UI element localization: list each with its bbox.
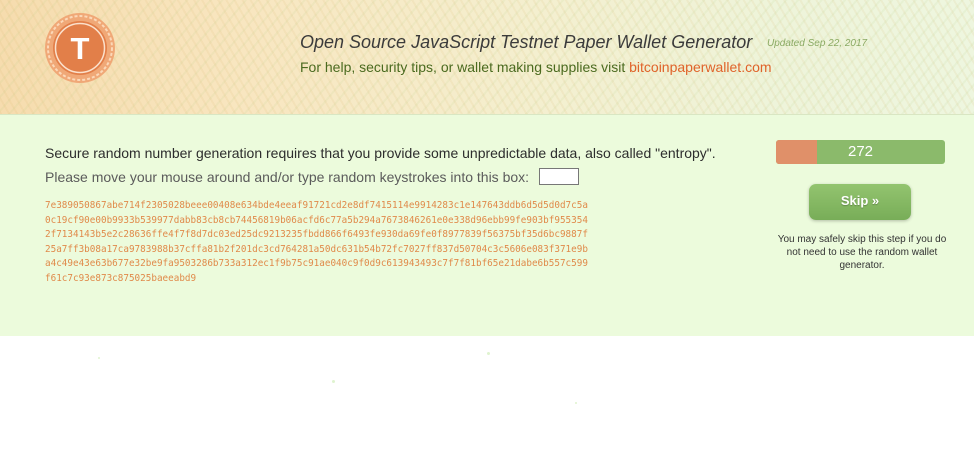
skip-note: You may safely skip this step if you do …	[777, 234, 947, 271]
entropy-line: a4c49e43e63b677e32be9fa9503286b733a312ec…	[45, 258, 588, 269]
entropy-line: 25a7ff3b08a17ca9783988b37cffa81b2f201dc3…	[45, 243, 588, 255]
entropy-instruction: Secure random number generation requires…	[45, 145, 716, 161]
entropy-output: 7e389050867abe714f2305028beee00408e634bd…	[45, 199, 730, 286]
keystroke-input[interactable]	[539, 168, 579, 185]
page-title: Open Source JavaScript Testnet Paper Wal…	[300, 32, 753, 52]
entropy-panel: Secure random number generation requires…	[0, 115, 974, 336]
bitcoinpaperwallet-link[interactable]: bitcoinpaperwallet.com	[629, 59, 771, 75]
help-text: For help, security tips, or wallet makin…	[300, 59, 772, 75]
entropy-progress-bar: 272	[776, 140, 945, 164]
skip-button[interactable]: Skip »	[809, 184, 911, 220]
entropy-line: 0c19cf90e00b9933b539977dabb83cb8cb744568…	[45, 214, 588, 226]
progress-count: 272	[847, 143, 874, 160]
updated-date: Updated Sep 22, 2017	[767, 38, 868, 49]
background-speck	[98, 357, 100, 359]
entropy-line: 7e389050867abe714f2305028beee00408e634bd…	[45, 200, 588, 211]
background-speck	[575, 402, 577, 404]
header: T Open Source JavaScript Testnet Paper W…	[0, 0, 974, 115]
entropy-line: f61c7c93e873c875025baeeabd9	[45, 272, 197, 284]
entropy-line: 2f7134143b5e2c28636ffe4f7f8d7dc03ed25dc9…	[45, 229, 588, 240]
help-prefix: For help, security tips, or wallet makin…	[300, 59, 630, 75]
testnet-coin-seal-icon: T	[44, 12, 116, 84]
page: T Open Source JavaScript Testnet Paper W…	[0, 0, 974, 449]
keystroke-instruction: Please move your mouse around and/or typ…	[45, 169, 530, 185]
background-speck	[332, 380, 335, 383]
background-speck	[487, 352, 490, 355]
logo-letter: T	[71, 31, 90, 66]
